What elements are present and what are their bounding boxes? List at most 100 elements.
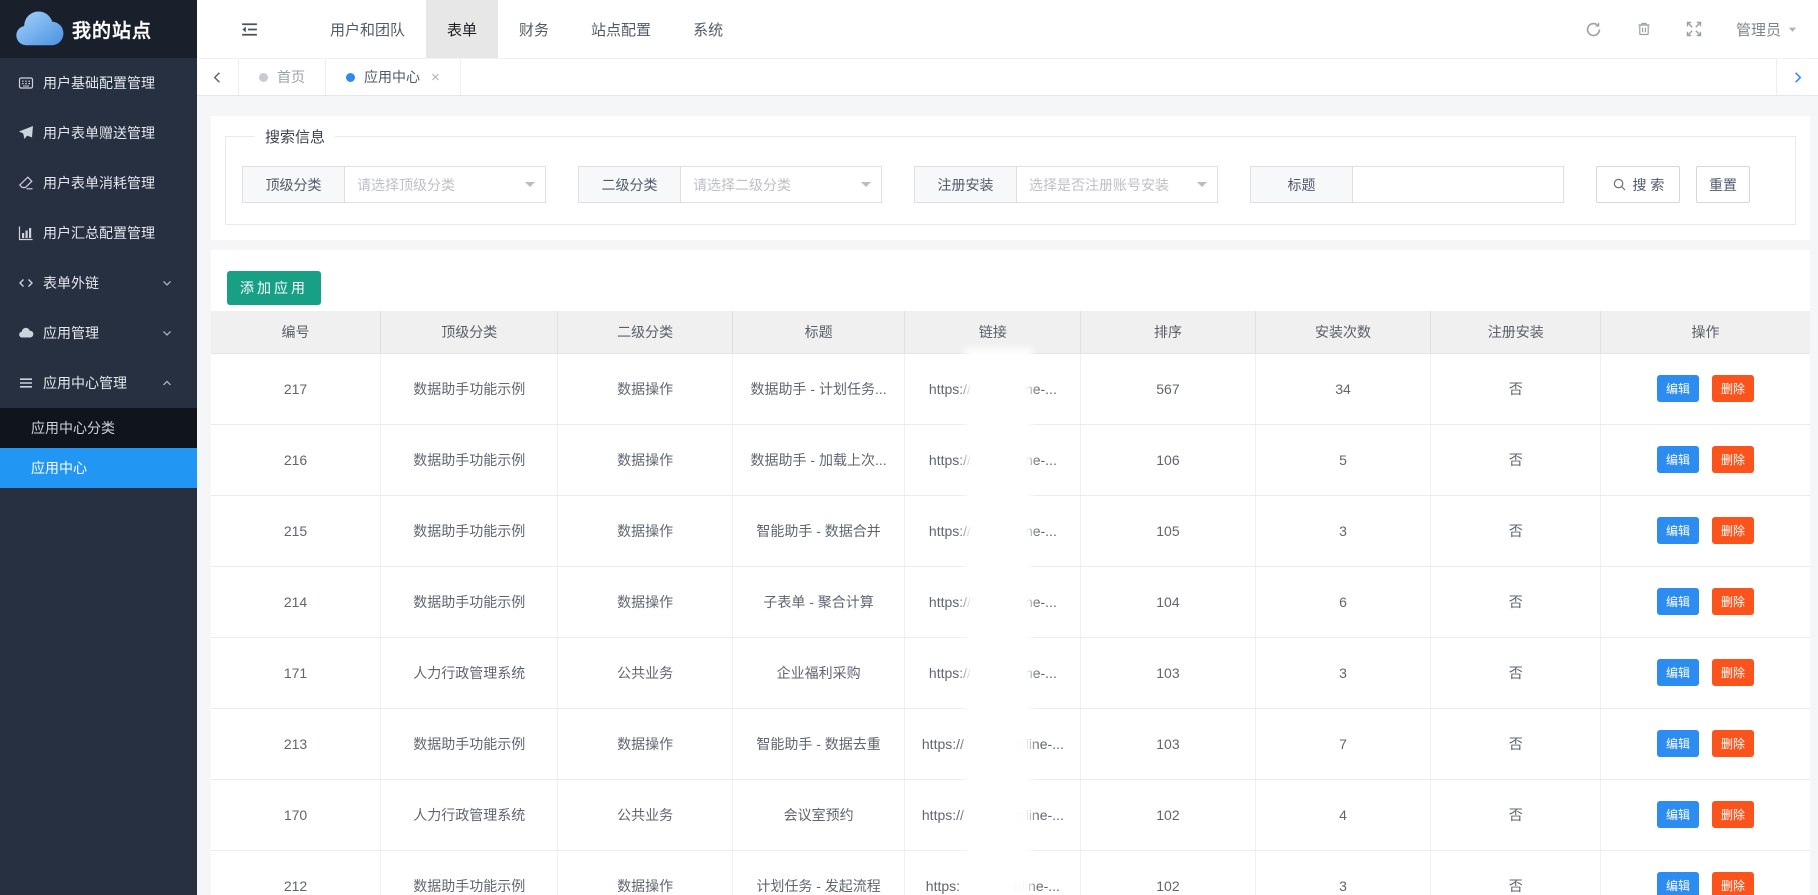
filter-select-2[interactable]: 选择是否注册账号安装 — [1016, 166, 1218, 203]
delete-button[interactable]: 删除 — [1712, 801, 1754, 828]
link-prefix: https:// — [929, 665, 971, 681]
tab-0[interactable]: 首页 — [239, 59, 326, 95]
search-button[interactable]: 搜 索 — [1596, 166, 1680, 203]
link-censored-blur — [964, 806, 1018, 824]
tabs-scroll-right-icon[interactable] — [1776, 59, 1818, 95]
top-menu-item-4[interactable]: 系统 — [672, 0, 744, 58]
sidebar-subitem-0[interactable]: 应用中心分类 — [0, 408, 197, 448]
sidebar-item-label: 应用中心管理 — [43, 373, 127, 393]
title-input[interactable] — [1352, 166, 1564, 203]
edit-button[interactable]: 编辑 — [1657, 730, 1699, 757]
edit-button[interactable]: 编辑 — [1657, 588, 1699, 615]
delete-button[interactable]: 删除 — [1712, 730, 1754, 757]
sidebar-item-2[interactable]: 用户表单消耗管理 — [0, 158, 197, 208]
user-menu[interactable]: 管理员 — [1736, 19, 1798, 40]
cell-registered: 否 — [1431, 637, 1600, 708]
tab-close-icon[interactable]: × — [431, 69, 440, 86]
cell-sort: 106 — [1081, 424, 1255, 495]
fullscreen-icon[interactable] — [1686, 21, 1702, 37]
delete-button[interactable]: 删除 — [1712, 517, 1754, 544]
link-suffix: ne-... — [1025, 452, 1057, 468]
link-value: https://ne-... — [905, 664, 1080, 682]
cell-sort: 102 — [1081, 779, 1255, 850]
cell-actions: 编辑删除 — [1600, 850, 1810, 895]
sidebar-item-label: 用户表单赠送管理 — [43, 123, 155, 143]
cell-title: 子表单 - 聚合计算 — [732, 566, 905, 637]
top-menu-item-0[interactable]: 用户和团队 — [309, 0, 426, 58]
cell-sort: 105 — [1081, 495, 1255, 566]
column-header-7: 注册安装 — [1431, 311, 1600, 353]
edit-button[interactable]: 编辑 — [1657, 872, 1699, 895]
filter-select-0[interactable]: 请选择顶级分类 — [344, 166, 546, 203]
tab-1[interactable]: 应用中心× — [326, 59, 461, 95]
cell-registered: 否 — [1431, 779, 1600, 850]
link-censored-blur — [971, 593, 1025, 611]
delete-button[interactable]: 删除 — [1712, 872, 1754, 895]
column-header-4: 链接 — [905, 311, 1081, 353]
collapse-menu-icon[interactable] — [240, 21, 259, 38]
sidebar-item-label: 应用管理 — [43, 323, 99, 343]
sidebar-item-5[interactable]: 应用管理 — [0, 308, 197, 358]
delete-button[interactable]: 删除 — [1712, 375, 1754, 402]
refresh-icon[interactable] — [1585, 21, 1602, 38]
edit-button[interactable]: 编辑 — [1657, 375, 1699, 402]
link-prefix: https:// — [929, 452, 971, 468]
cloud-icon — [18, 325, 34, 341]
cell-title: 数据助手 - 加载上次... — [732, 424, 905, 495]
select-placeholder: 请选择顶级分类 — [357, 175, 455, 195]
sidebar-item-0[interactable]: 用户基础配置管理 — [0, 58, 197, 108]
cloud-logo-icon — [14, 11, 64, 47]
link-value: https://nline-... — [905, 806, 1080, 824]
filter-group-3: 标题 — [1250, 166, 1564, 203]
tabs-scroll-left-icon[interactable] — [197, 59, 239, 95]
top-menu-item-2[interactable]: 财务 — [498, 0, 570, 58]
chevron-up-icon — [160, 376, 174, 390]
sidebar-item-1[interactable]: 用户表单赠送管理 — [0, 108, 197, 158]
user-name: 管理员 — [1736, 19, 1781, 40]
link-censored-blur — [964, 735, 1018, 753]
select-placeholder: 请选择二级分类 — [693, 175, 791, 195]
column-header-3: 标题 — [732, 311, 905, 353]
edit-button[interactable]: 编辑 — [1657, 517, 1699, 544]
add-app-button[interactable]: 添加应用 — [227, 271, 321, 305]
outlink-icon — [18, 275, 34, 291]
cell-sort: 104 — [1081, 566, 1255, 637]
cell-id: 215 — [211, 495, 380, 566]
delete-button[interactable]: 删除 — [1712, 588, 1754, 615]
sidebar-item-3[interactable]: 用户汇总配置管理 — [0, 208, 197, 258]
edit-button[interactable]: 编辑 — [1657, 659, 1699, 686]
edit-button[interactable]: 编辑 — [1657, 446, 1699, 473]
link-censored-blur — [960, 877, 1014, 895]
brand-logo[interactable]: 我的站点 — [0, 0, 197, 58]
delete-button[interactable]: 删除 — [1712, 446, 1754, 473]
link-prefix: https:// — [922, 807, 964, 823]
form-grid-icon — [18, 75, 34, 91]
sidebar-item-4[interactable]: 表单外链 — [0, 258, 197, 308]
search-panel: 搜索信息 顶级分类请选择顶级分类二级分类请选择二级分类注册安装选择是否注册账号安… — [211, 116, 1810, 240]
delete-button[interactable]: 删除 — [1712, 659, 1754, 686]
sidebar-item-label: 表单外链 — [43, 273, 99, 293]
cell-registered: 否 — [1431, 708, 1600, 779]
column-header-6: 安装次数 — [1255, 311, 1431, 353]
cell-sub_category: 公共业务 — [558, 637, 732, 708]
chevron-down-icon — [160, 276, 174, 290]
cell-installs: 6 — [1255, 566, 1431, 637]
cell-id: 170 — [211, 779, 380, 850]
sidebar-item-6[interactable]: 应用中心管理 — [0, 358, 197, 408]
sidebar-item-label: 用户表单消耗管理 — [43, 173, 155, 193]
tab-status-dot — [259, 73, 268, 82]
filter-group-2: 注册安装选择是否注册账号安装 — [914, 166, 1218, 203]
cell-link: https://nline-... — [905, 708, 1081, 779]
cell-link: https://nline-... — [905, 779, 1081, 850]
filter-select-1[interactable]: 请选择二级分类 — [680, 166, 882, 203]
trash-icon[interactable] — [1636, 21, 1652, 37]
top-menu-item-1[interactable]: 表单 — [426, 0, 498, 58]
top-menu-item-3[interactable]: 站点配置 — [570, 0, 672, 58]
edit-button[interactable]: 编辑 — [1657, 801, 1699, 828]
cell-top_category: 数据助手功能示例 — [380, 708, 557, 779]
cell-link: https://ne-... — [905, 637, 1081, 708]
reset-button[interactable]: 重置 — [1696, 166, 1750, 203]
sidebar-subitem-1[interactable]: 应用中心 — [0, 448, 197, 488]
cell-title: 智能助手 - 数据合并 — [732, 495, 905, 566]
apps-table: 编号顶级分类二级分类标题链接排序安装次数注册安装操作 217数据助手功能示例数据… — [211, 311, 1810, 895]
